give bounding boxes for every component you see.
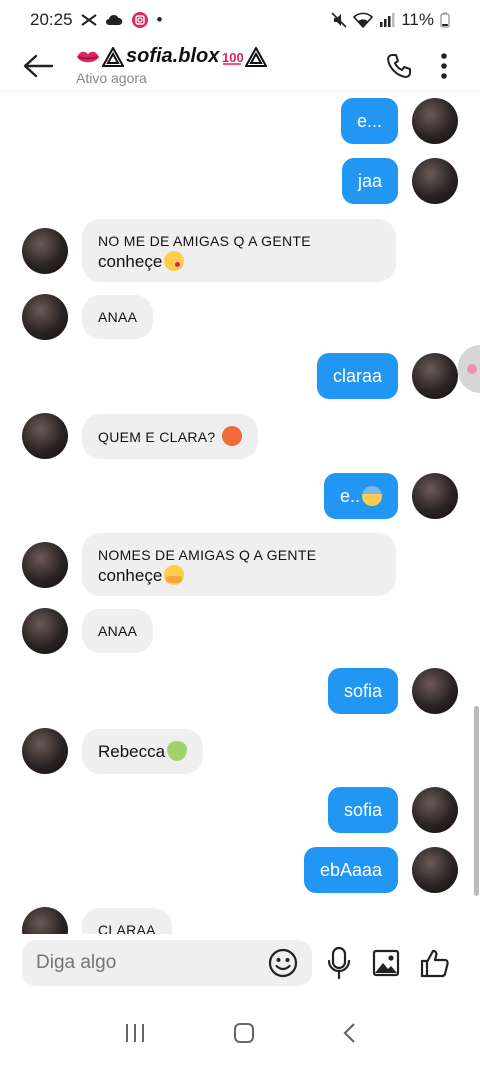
emoji-icon[interactable] <box>268 948 298 978</box>
message-bubble[interactable]: NOMES DE AMIGAS Q A GENTE conheçe <box>82 533 396 596</box>
status-bar: 20:25 • 11% <box>0 0 480 40</box>
message-line: NO ME DE AMIGAS Q A GENTE <box>98 233 311 249</box>
microphone-icon[interactable] <box>326 946 352 980</box>
message-bubble[interactable]: sofia <box>327 787 398 833</box>
image-icon[interactable] <box>372 949 400 977</box>
triangle-symbol-icon <box>102 46 124 67</box>
thumbs-up-icon[interactable] <box>420 948 450 978</box>
avatar[interactable] <box>22 227 68 274</box>
message-line-2: conheçe <box>98 565 380 586</box>
cloud-icon <box>105 14 122 25</box>
message-bubble[interactable]: e.. <box>323 473 398 519</box>
message-incoming[interactable]: ANAA <box>22 294 154 340</box>
alien-icon <box>167 740 188 761</box>
avatar[interactable] <box>412 668 458 714</box>
home-icon[interactable] <box>233 1022 255 1044</box>
battery-icon <box>440 12 450 28</box>
message-outgoing[interactable]: sofia <box>327 668 458 714</box>
message-line-2: conheçe <box>98 251 380 272</box>
contact-info[interactable]: sofia.blox 100 Ativo agora <box>76 45 268 86</box>
status-time: 20:25 <box>30 10 73 29</box>
hundred-points-icon: 100 <box>222 50 243 65</box>
svg-text:100: 100 <box>222 50 243 65</box>
avatar[interactable] <box>412 473 458 519</box>
lips-icon <box>77 51 99 62</box>
mute-icon <box>331 12 347 28</box>
message-bubble[interactable]: jaa <box>341 158 398 204</box>
chat-header: sofia.blox 100 Ativo agora <box>0 40 480 92</box>
message-bubble[interactable]: e... <box>340 98 398 144</box>
avatar[interactable] <box>22 608 68 654</box>
more-vertical-icon[interactable] <box>440 52 448 80</box>
kissing-face-icon <box>164 251 185 271</box>
contact-name: sofia.blox <box>126 45 220 67</box>
message-bubble[interactable]: QUEM E CLARA? <box>82 413 258 459</box>
message-bubble[interactable]: ebAaaa <box>303 847 398 893</box>
recents-icon[interactable] <box>124 1023 146 1043</box>
avatar[interactable] <box>412 847 458 893</box>
wifi-icon <box>353 12 374 28</box>
message-incoming[interactable]: NOMES DE AMIGAS Q A GENTE conheçe <box>22 533 396 596</box>
message-bubble[interactable]: ANAA <box>82 609 154 653</box>
message-composer[interactable] <box>22 940 312 986</box>
message-outgoing[interactable]: e.. <box>323 473 458 519</box>
avatar[interactable] <box>22 294 68 340</box>
triangle-symbol-icon-2 <box>245 46 268 67</box>
system-navigation-bar <box>0 1000 480 1066</box>
avatar[interactable] <box>22 413 68 459</box>
message-incoming[interactable]: NO ME DE AMIGAS Q A GENTE conheçe <box>22 219 396 282</box>
avatar[interactable] <box>412 787 458 833</box>
instagram-notification-icon <box>131 12 148 28</box>
avatar[interactable] <box>22 728 68 774</box>
phone-icon[interactable] <box>386 53 412 79</box>
avatar[interactable] <box>412 158 458 204</box>
message-bubble[interactable]: NO ME DE AMIGAS Q A GENTE conheçe <box>82 219 396 282</box>
back-nav-icon[interactable] <box>342 1022 356 1044</box>
back-button[interactable] <box>0 40 76 92</box>
message-bubble[interactable]: Rebecca <box>82 728 204 774</box>
back-arrow-icon <box>23 54 54 77</box>
anxious-face-icon <box>362 486 382 506</box>
message-outgoing[interactable]: e... <box>340 98 458 144</box>
message-bubble[interactable]: sofia <box>327 668 398 714</box>
avatar[interactable] <box>412 98 458 144</box>
signal-icon <box>380 13 395 27</box>
battery-percent: 11% <box>401 10 434 29</box>
message-incoming[interactable]: Rebecca <box>22 728 204 774</box>
message-outgoing[interactable]: claraa <box>316 353 458 399</box>
message-outgoing[interactable]: sofia <box>327 787 458 833</box>
message-incoming[interactable]: QUEM E CLARA? <box>22 413 258 459</box>
avatar[interactable] <box>22 541 68 588</box>
message-outgoing[interactable]: jaa <box>341 158 458 204</box>
notification-dot: • <box>156 10 163 29</box>
message-input[interactable] <box>36 952 256 974</box>
scrollbar[interactable] <box>474 706 479 896</box>
avatar[interactable] <box>412 353 458 399</box>
message-list[interactable]: e... jaa NO ME DE AMIGAS Q A GENTE conhe… <box>0 92 480 934</box>
active-status: Ativo agora <box>76 70 147 86</box>
message-line: NOMES DE AMIGAS Q A GENTE <box>98 547 317 563</box>
message-bubble[interactable]: ANAA <box>82 295 154 339</box>
message-outgoing[interactable]: ebAaaa <box>303 847 458 893</box>
message-incoming[interactable]: CLARAA <box>22 907 172 934</box>
angry-face-icon <box>221 425 242 446</box>
contact-name-row: sofia.blox 100 <box>76 45 268 68</box>
message-bubble[interactable]: claraa <box>316 353 398 399</box>
hugging-face-icon <box>164 565 185 585</box>
message-incoming[interactable]: ANAA <box>22 608 154 654</box>
message-bubble[interactable]: CLARAA <box>82 908 172 934</box>
avatar[interactable] <box>22 907 68 934</box>
capcut-icon <box>80 14 97 26</box>
